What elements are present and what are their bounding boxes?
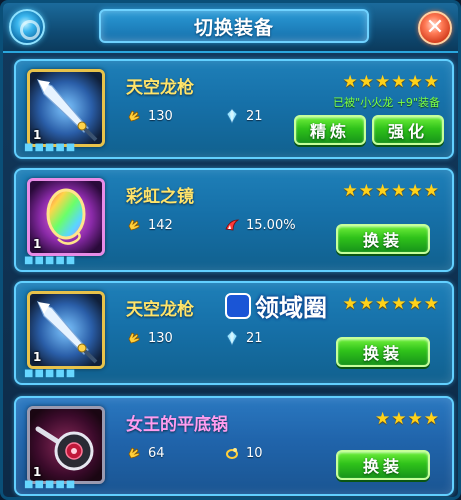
secondary-stat: 15.00% xyxy=(224,217,296,233)
gold-hand-icon xyxy=(128,332,140,344)
secondary-stat: 21 xyxy=(224,108,263,124)
attack-value: 130 xyxy=(148,330,173,346)
card-decoration: ■■■■■ xyxy=(24,142,77,153)
equip-button[interactable]: 换装 xyxy=(336,450,430,480)
star-rating: ★★★★ xyxy=(375,409,440,429)
item-level: 1 xyxy=(33,237,42,251)
card-decoration: ■■■■■ xyxy=(24,255,77,266)
emblem-icon xyxy=(9,9,45,45)
equipped-status: 已被"小火龙 +9"装备 xyxy=(333,96,440,109)
secondary-value: 21 xyxy=(246,330,263,346)
secondary-value: 10 xyxy=(246,445,263,461)
star-rating: ★★★★★★ xyxy=(342,72,440,92)
item-level: 1 xyxy=(33,465,42,479)
item-name: 彩虹之镜 xyxy=(126,187,194,207)
item-icon-frame[interactable]: 1 xyxy=(27,291,105,369)
item-level: 1 xyxy=(33,128,42,142)
enhance-button[interactable]: 强化 xyxy=(372,115,444,145)
item-name: 天空龙枪 xyxy=(126,78,194,98)
refine-button[interactable]: 精炼 xyxy=(294,115,366,145)
equip-button[interactable]: 换装 xyxy=(336,337,430,367)
gold-hand-icon xyxy=(128,447,140,459)
equipment-card-2: 1 彩虹之镜 ★★★★★★ 142 15.00% 换装 ■■■■■ xyxy=(14,168,454,272)
equipment-card-4: 1 女王的平底锅 ★★★★ 64 10 换装 ■■■■■ xyxy=(14,396,454,496)
secondary-value: 15.00% xyxy=(246,217,296,233)
item-name: 天空龙枪 xyxy=(126,300,194,320)
equipment-switch-window: 切换装备 ✕ 1 天空龙枪 ★★★★★★ 已被"小火龙 +9"装备 130 21… xyxy=(0,0,461,500)
item-icon-frame[interactable]: 1 xyxy=(27,69,105,147)
title-bar: 切换装备 ✕ xyxy=(3,3,458,53)
attack-stat: 130 xyxy=(126,330,173,346)
close-button[interactable]: ✕ xyxy=(418,11,452,45)
card-decoration: ■■■■■ xyxy=(24,368,77,379)
item-name: 女王的平底锅 xyxy=(126,415,228,435)
attack-stat: 142 xyxy=(126,217,173,233)
item-level: 1 xyxy=(33,350,42,364)
gold-hand-icon xyxy=(128,110,140,122)
blue-gem-icon xyxy=(226,108,238,124)
card-decoration: ■■■■■ xyxy=(24,479,77,490)
gold-hand-icon xyxy=(128,219,140,231)
attack-value: 142 xyxy=(148,217,173,233)
attack-value: 130 xyxy=(148,108,173,124)
equipment-card-3: 1 天空龙枪 ★★★★★★ 130 21 换装 ■■■■■ xyxy=(14,281,454,385)
blue-gem-icon xyxy=(226,330,238,346)
secondary-value: 21 xyxy=(246,108,263,124)
gold-ring-icon xyxy=(226,448,238,459)
item-icon-frame[interactable]: 1 xyxy=(27,178,105,256)
star-rating: ★★★★★★ xyxy=(342,294,440,314)
star-rating: ★★★★★★ xyxy=(342,181,440,201)
secondary-stat: 10 xyxy=(224,445,263,461)
attack-stat: 130 xyxy=(126,108,173,124)
attack-stat: 64 xyxy=(126,445,165,461)
window-title: 切换装备 xyxy=(193,16,274,39)
equipment-card-1: 1 天空龙枪 ★★★★★★ 已被"小火龙 +9"装备 130 21 精炼 强化 … xyxy=(14,59,454,159)
title-plate: 切换装备 xyxy=(99,9,369,43)
attack-value: 64 xyxy=(148,445,165,461)
item-icon-frame[interactable]: 1 xyxy=(27,406,105,484)
equip-button[interactable]: 换装 xyxy=(336,224,430,254)
red-fang-icon xyxy=(225,219,240,231)
secondary-stat: 21 xyxy=(224,330,263,346)
